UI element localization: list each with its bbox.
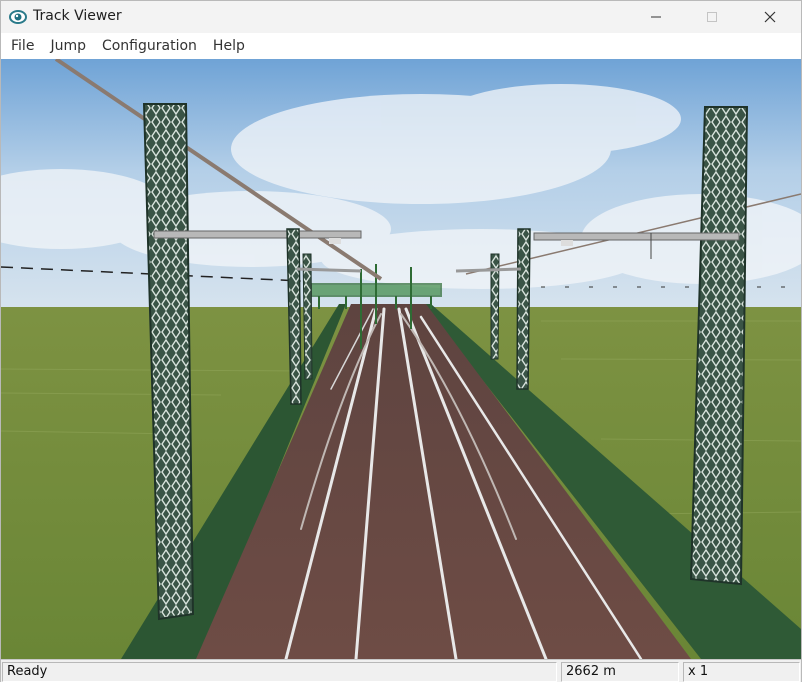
speed-multiplier: x 1 — [683, 662, 800, 682]
track-scene — [1, 59, 801, 659]
close-button[interactable] — [747, 1, 793, 33]
close-icon — [764, 11, 776, 23]
menu-bar: File Jump Configuration Help — [1, 33, 801, 59]
minimize-icon — [651, 16, 661, 18]
menu-help[interactable]: Help — [207, 33, 251, 59]
title-bar[interactable]: Track Viewer — [1, 1, 801, 33]
status-bar: Ready 2662 m x 1 — [1, 659, 801, 682]
menu-jump[interactable]: Jump — [44, 33, 92, 59]
menu-file[interactable]: File — [5, 33, 40, 59]
eye-icon — [9, 10, 27, 24]
track-3d-viewport[interactable] — [1, 59, 801, 659]
menu-configuration[interactable]: Configuration — [96, 33, 203, 59]
maximize-button[interactable] — [689, 1, 735, 33]
status-text: Ready — [2, 662, 557, 682]
maximize-icon — [707, 12, 717, 22]
window-title: Track Viewer — [33, 8, 122, 24]
track-viewer-window: Track Viewer File Jump Configuration Hel… — [0, 0, 802, 682]
distance-readout: 2662 m — [561, 662, 679, 682]
minimize-button[interactable] — [633, 1, 679, 33]
